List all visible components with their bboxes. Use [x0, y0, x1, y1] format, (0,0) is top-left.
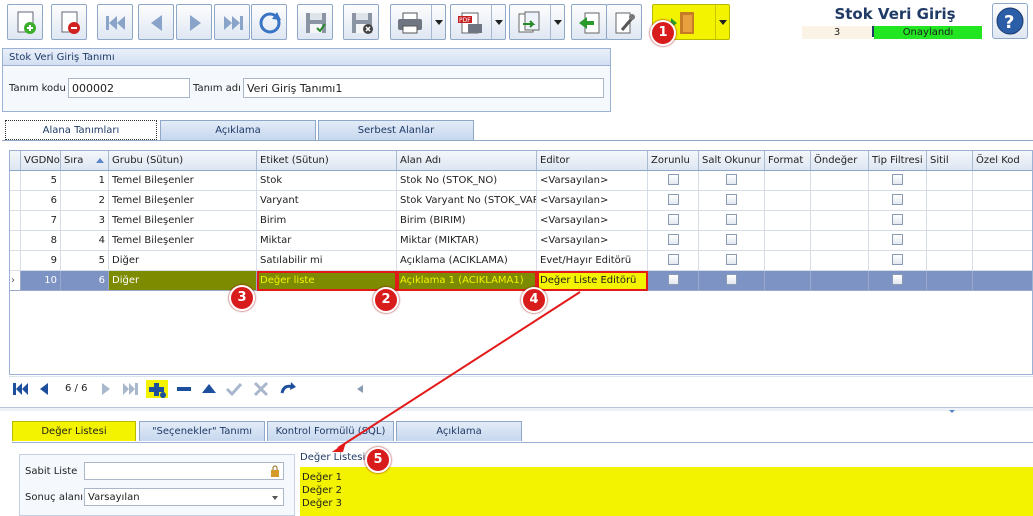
callout-badge-3: 3 [229, 285, 255, 311]
annotation-arrow [332, 291, 581, 452]
callout-badge-5: 5 [365, 447, 391, 473]
callout-badge-2: 2 [373, 287, 399, 313]
callout-badge-1: 1 [650, 20, 676, 46]
callout-badge-4: 4 [521, 287, 547, 313]
